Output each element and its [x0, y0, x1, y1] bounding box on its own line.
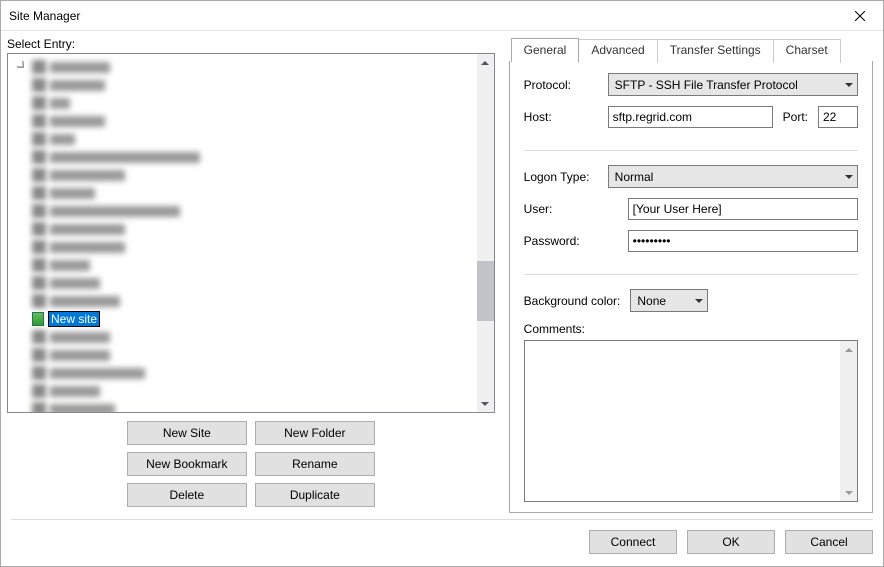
logon-type-label: Logon Type:: [524, 170, 598, 184]
delete-button[interactable]: Delete: [127, 483, 247, 507]
tab-general[interactable]: General: [511, 38, 580, 62]
comments-scrollbar[interactable]: [840, 341, 857, 501]
right-pane: General Advanced Transfer Settings Chars…: [509, 37, 873, 513]
port-input[interactable]: [818, 106, 858, 128]
port-label: Port:: [783, 110, 808, 124]
logon-type-select[interactable]: Normal: [608, 165, 858, 188]
tab-advanced[interactable]: Advanced: [578, 39, 657, 63]
tree-item[interactable]: [8, 58, 477, 76]
background-color-select[interactable]: None: [630, 289, 708, 312]
cancel-button[interactable]: Cancel: [785, 530, 873, 554]
tree-item[interactable]: [8, 328, 477, 346]
entry-buttons: New Site New Folder New Bookmark Rename …: [7, 413, 495, 513]
tree-item[interactable]: [8, 130, 477, 148]
user-label: User:: [524, 202, 618, 216]
comments-label: Comments:: [524, 322, 858, 336]
tree-item[interactable]: [8, 184, 477, 202]
protocol-label: Protocol:: [524, 78, 598, 92]
tree-item[interactable]: [8, 346, 477, 364]
tabstrip: General Advanced Transfer Settings Chars…: [509, 37, 873, 61]
tree-item[interactable]: [8, 220, 477, 238]
tree-item[interactable]: [8, 166, 477, 184]
background-color-label: Background color:: [524, 294, 621, 308]
tree-item-edit[interactable]: New site: [48, 311, 100, 327]
tree-item[interactable]: [8, 292, 477, 310]
general-panel: Protocol: SFTP - SSH File Transfer Proto…: [509, 61, 873, 513]
tree-item[interactable]: [8, 112, 477, 130]
dialog-footer: Connect OK Cancel: [11, 519, 873, 566]
new-bookmark-button[interactable]: New Bookmark: [127, 452, 247, 476]
scroll-thumb[interactable]: [477, 261, 494, 321]
ok-button[interactable]: OK: [687, 530, 775, 554]
site-manager-window: Site Manager Select Entry:: [0, 0, 884, 567]
tree-item[interactable]: [8, 238, 477, 256]
tree-item[interactable]: [8, 148, 477, 166]
connect-button[interactable]: Connect: [589, 530, 677, 554]
tree-item[interactable]: [8, 94, 477, 112]
tree-item[interactable]: [8, 274, 477, 292]
tree-item[interactable]: [8, 76, 477, 94]
tab-transfer-settings[interactable]: Transfer Settings: [657, 39, 774, 63]
rename-button[interactable]: Rename: [255, 452, 375, 476]
password-label: Password:: [524, 234, 618, 248]
separator: [524, 150, 858, 151]
tree-item[interactable]: [8, 364, 477, 382]
duplicate-button[interactable]: Duplicate: [255, 483, 375, 507]
tree-item[interactable]: [8, 256, 477, 274]
new-site-button[interactable]: New Site: [127, 421, 247, 445]
password-input[interactable]: [628, 230, 858, 252]
server-icon: [32, 312, 44, 326]
scroll-track[interactable]: [840, 358, 857, 484]
scroll-down-icon[interactable]: [477, 395, 494, 412]
scroll-up-icon[interactable]: [840, 341, 857, 358]
tree-item-new-site[interactable]: New site: [8, 310, 477, 328]
protocol-value: SFTP - SSH File Transfer Protocol: [609, 78, 857, 92]
window-title: Site Manager: [9, 9, 80, 23]
scroll-up-icon[interactable]: [477, 54, 494, 71]
tab-charset[interactable]: Charset: [773, 39, 841, 63]
user-input[interactable]: [628, 198, 858, 220]
close-button[interactable]: [837, 1, 883, 31]
chevron-down-icon: [695, 299, 703, 303]
chevron-down-icon: [845, 83, 853, 87]
select-entry-label: Select Entry:: [7, 37, 495, 51]
chevron-down-icon: [845, 175, 853, 179]
comments-textarea[interactable]: [524, 340, 858, 502]
scroll-down-icon[interactable]: [840, 484, 857, 501]
host-label: Host:: [524, 110, 598, 124]
tree-item[interactable]: [8, 382, 477, 400]
protocol-select[interactable]: SFTP - SSH File Transfer Protocol: [608, 73, 858, 96]
close-icon: [855, 11, 865, 21]
host-input[interactable]: [608, 106, 773, 128]
separator: [524, 274, 858, 275]
logon-type-value: Normal: [609, 170, 857, 184]
new-folder-button[interactable]: New Folder: [255, 421, 375, 445]
tree-item[interactable]: [8, 202, 477, 220]
scroll-track[interactable]: [477, 71, 494, 395]
tree-item[interactable]: [8, 400, 477, 412]
site-tree[interactable]: New site: [7, 53, 495, 413]
tree-scrollbar[interactable]: [477, 54, 494, 412]
left-pane: Select Entry:: [7, 37, 495, 513]
titlebar: Site Manager: [1, 1, 883, 31]
